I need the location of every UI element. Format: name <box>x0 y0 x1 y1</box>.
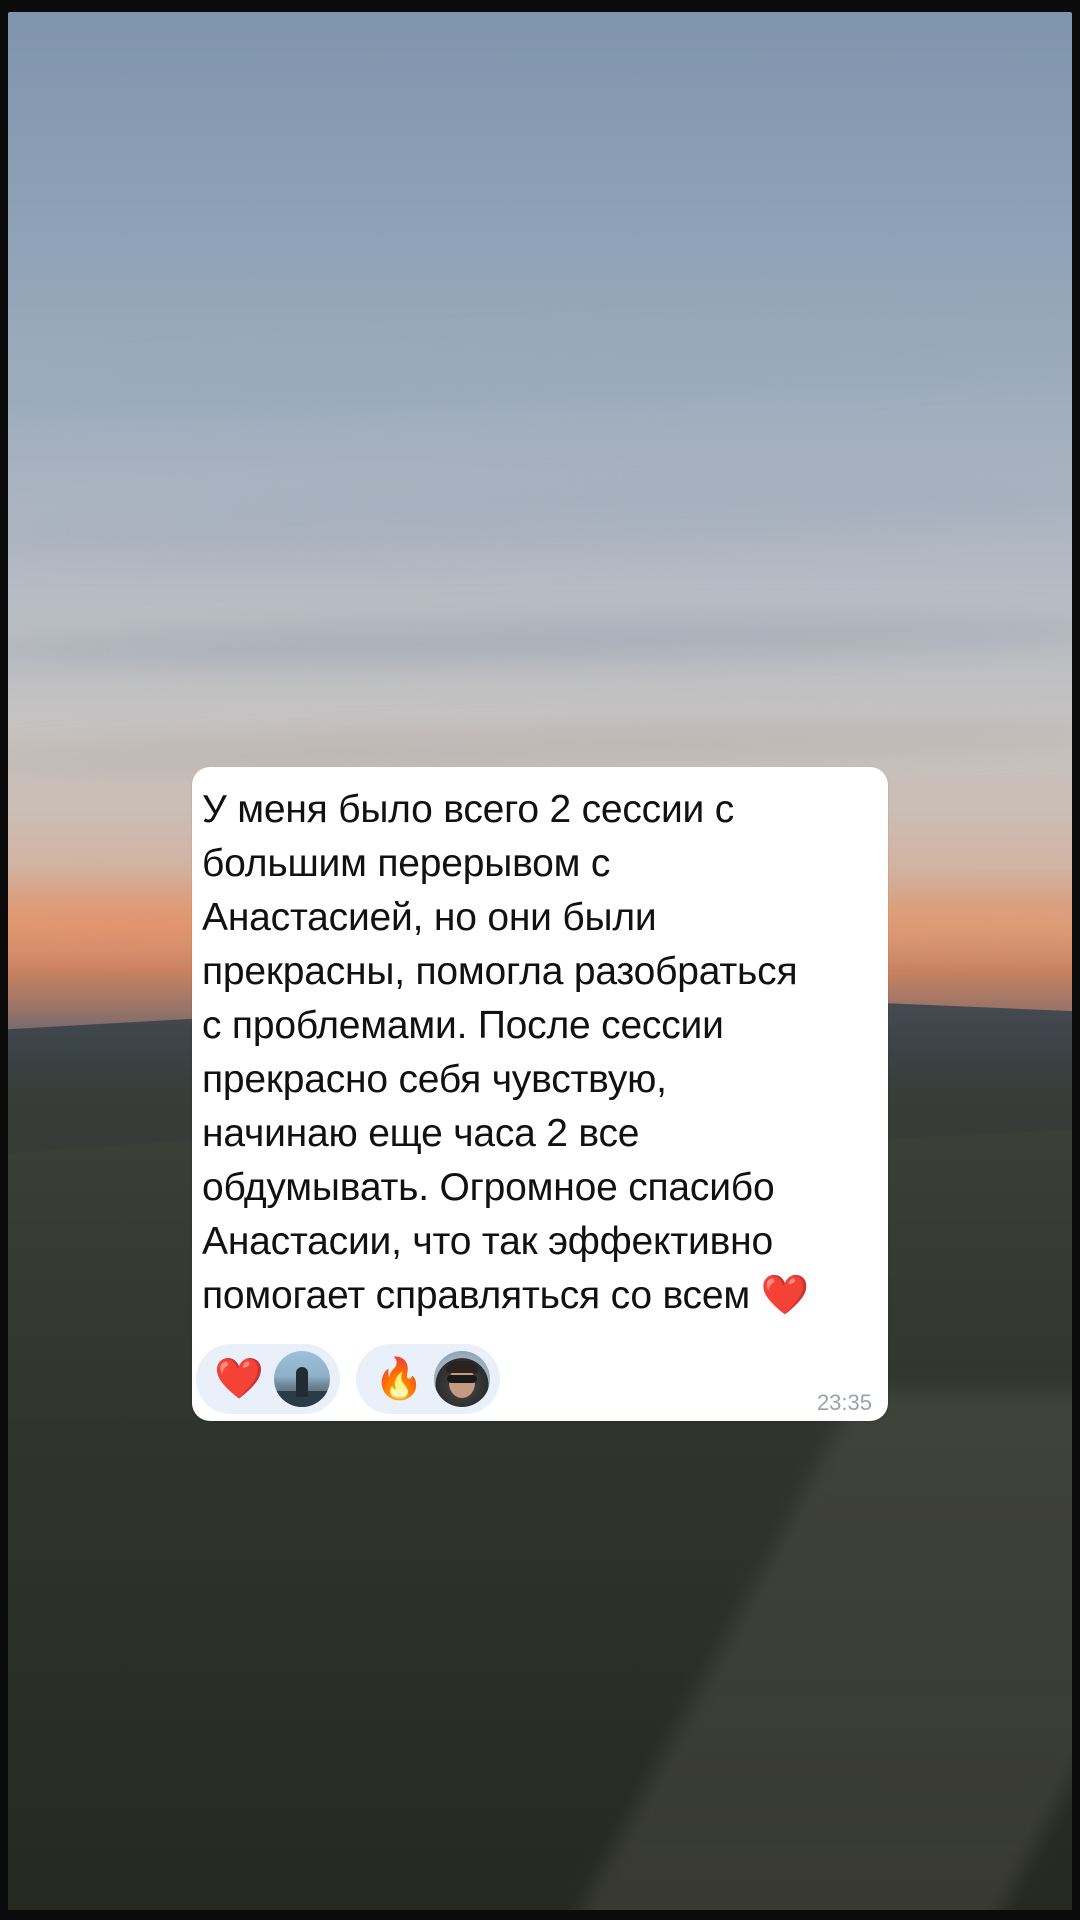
reaction-fire[interactable]: 🔥 <box>356 1344 500 1414</box>
reaction-heart[interactable]: ❤️ <box>196 1344 340 1414</box>
cloud-streak <box>8 462 1072 572</box>
message-bubble: У меня было всего 2 сессии с большим пер… <box>192 767 888 1421</box>
message-timestamp: 23:35 <box>816 1390 872 1415</box>
fire-icon: 🔥 <box>374 1357 424 1401</box>
cloud-streak <box>8 612 1072 672</box>
avatar <box>274 1351 330 1407</box>
reactions-bar: ❤️ 🔥 <box>196 1344 500 1414</box>
cloud-streak <box>8 312 1072 432</box>
avatar <box>434 1351 490 1407</box>
red-heart-icon: ❤️ <box>214 1357 264 1401</box>
message-text: У меня было всего 2 сессии с большим пер… <box>202 788 809 1317</box>
